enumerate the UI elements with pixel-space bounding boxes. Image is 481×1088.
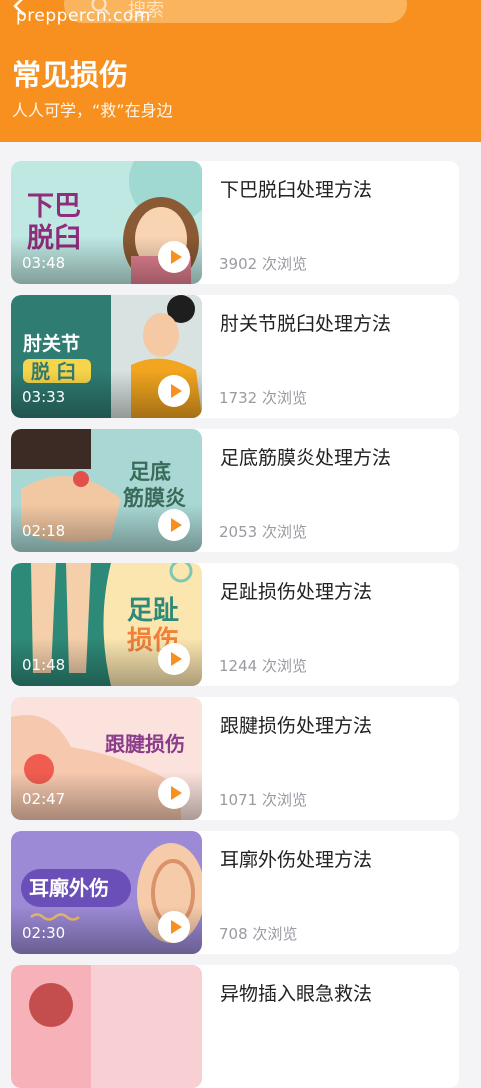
video-title[interactable]: 异物插入眼急救法 [220, 979, 372, 1006]
video-card[interactable]: 耳廓外伤 02:30 耳廓外伤处理方法 708 次浏览 [11, 831, 459, 954]
video-duration: 02:30 [22, 924, 66, 942]
video-card[interactable]: 足趾 损伤 01:48 足趾损伤处理方法 1244 次浏览 [11, 563, 459, 686]
video-card[interactable]: 异物插入眼急救法 [11, 965, 459, 1088]
video-title[interactable]: 足底筋膜炎处理方法 [220, 443, 391, 470]
video-card[interactable]: 下巴 脱臼 03:48 下巴脱臼处理方法 3902 次浏览 [11, 161, 459, 284]
play-icon[interactable] [158, 777, 190, 809]
video-title[interactable]: 肘关节脱臼处理方法 [220, 309, 391, 336]
view-count: 3902 次浏览 [219, 255, 307, 273]
video-card[interactable]: 跟腱损伤 02:47 跟腱损伤处理方法 1071 次浏览 [11, 697, 459, 820]
thumb-caption: 耳廓外伤 [29, 876, 109, 900]
header-bar: 搜索 prepperc‌n.com 常见损伤 人人可学，“救”在身边 [0, 0, 481, 142]
video-thumbnail[interactable]: 足底 筋膜炎 02:18 [11, 429, 202, 552]
thumb-caption: 足底 [129, 460, 171, 484]
view-count: 708 次浏览 [219, 925, 298, 943]
watermark-text: prepperc‌n.com [16, 6, 151, 26]
view-count: 1732 次浏览 [219, 389, 307, 407]
view-count: 1244 次浏览 [219, 657, 307, 675]
video-title[interactable]: 跟腱损伤处理方法 [220, 711, 372, 738]
video-duration: 02:47 [22, 790, 66, 808]
video-title[interactable]: 足趾损伤处理方法 [220, 577, 372, 604]
thumb-caption: 肘关节 [23, 332, 80, 355]
play-icon[interactable] [158, 509, 190, 541]
video-card[interactable]: 肘关节 脱 臼 03:33 肘关节脱臼处理方法 1732 次浏览 [11, 295, 459, 418]
thumb-caption: 下巴 [27, 191, 81, 222]
video-thumbnail[interactable]: 跟腱损伤 02:47 [11, 697, 202, 820]
play-icon[interactable] [158, 241, 190, 273]
play-icon[interactable] [158, 375, 190, 407]
page-subtitle: 人人可学，“救”在身边 [12, 101, 173, 120]
video-thumbnail[interactable]: 足趾 损伤 01:48 [11, 563, 202, 686]
view-count: 2053 次浏览 [219, 523, 307, 541]
video-thumbnail[interactable] [11, 965, 202, 1088]
play-icon[interactable] [158, 643, 190, 675]
video-thumbnail[interactable]: 肘关节 脱 臼 03:33 [11, 295, 202, 418]
video-duration: 03:33 [22, 388, 66, 406]
video-duration: 02:18 [22, 522, 66, 540]
thumb-caption: 跟腱损伤 [105, 732, 185, 756]
play-icon[interactable] [158, 911, 190, 943]
thumb-caption: 足趾 [127, 596, 179, 626]
video-title[interactable]: 耳廓外伤处理方法 [220, 845, 372, 872]
video-title[interactable]: 下巴脱臼处理方法 [220, 175, 372, 202]
video-duration: 01:48 [22, 656, 66, 674]
video-thumbnail[interactable]: 下巴 脱臼 03:48 [11, 161, 202, 284]
video-duration: 03:48 [22, 254, 66, 272]
page-title: 常见损伤 [12, 58, 129, 92]
video-card[interactable]: 足底 筋膜炎 02:18 足底筋膜炎处理方法 2053 次浏览 [11, 429, 459, 552]
video-thumbnail[interactable]: 耳廓外伤 02:30 [11, 831, 202, 954]
view-count: 1071 次浏览 [219, 791, 307, 809]
